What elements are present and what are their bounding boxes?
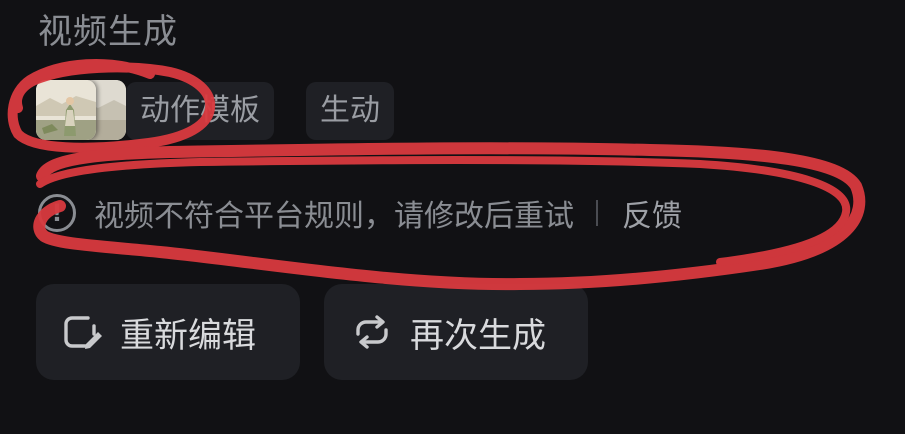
regenerate-label: 再次生成 bbox=[410, 315, 546, 356]
refresh-loop-icon bbox=[356, 315, 388, 349]
edit-square-pen-icon bbox=[64, 316, 102, 349]
exclamation-circle-icon: ! bbox=[38, 194, 76, 232]
tag-chip-action-template[interactable]: 动作模板 bbox=[126, 82, 274, 140]
re-edit-label: 重新编辑 bbox=[120, 315, 256, 356]
video-generation-card: 视频生成 动作模板 生动 ! 视频不符合平台规则，请修改后重试 反馈 重新编辑 … bbox=[0, 0, 905, 434]
regenerate-button[interactable]: 再次生成 bbox=[324, 284, 588, 380]
reference-thumbnails[interactable] bbox=[36, 80, 128, 142]
tag-chip-vivid[interactable]: 生动 bbox=[306, 82, 394, 140]
thumbnail-primary[interactable] bbox=[36, 80, 96, 140]
section-title: 视频生成 bbox=[38, 12, 178, 52]
error-message-text: 视频不符合平台规则，请修改后重试 bbox=[94, 199, 574, 234]
re-edit-button[interactable]: 重新编辑 bbox=[36, 284, 300, 380]
feedback-link[interactable]: 反馈 bbox=[622, 191, 682, 235]
error-message-row: ! 视频不符合平台规则，请修改后重试 反馈 bbox=[38, 190, 682, 236]
separator bbox=[596, 200, 598, 226]
